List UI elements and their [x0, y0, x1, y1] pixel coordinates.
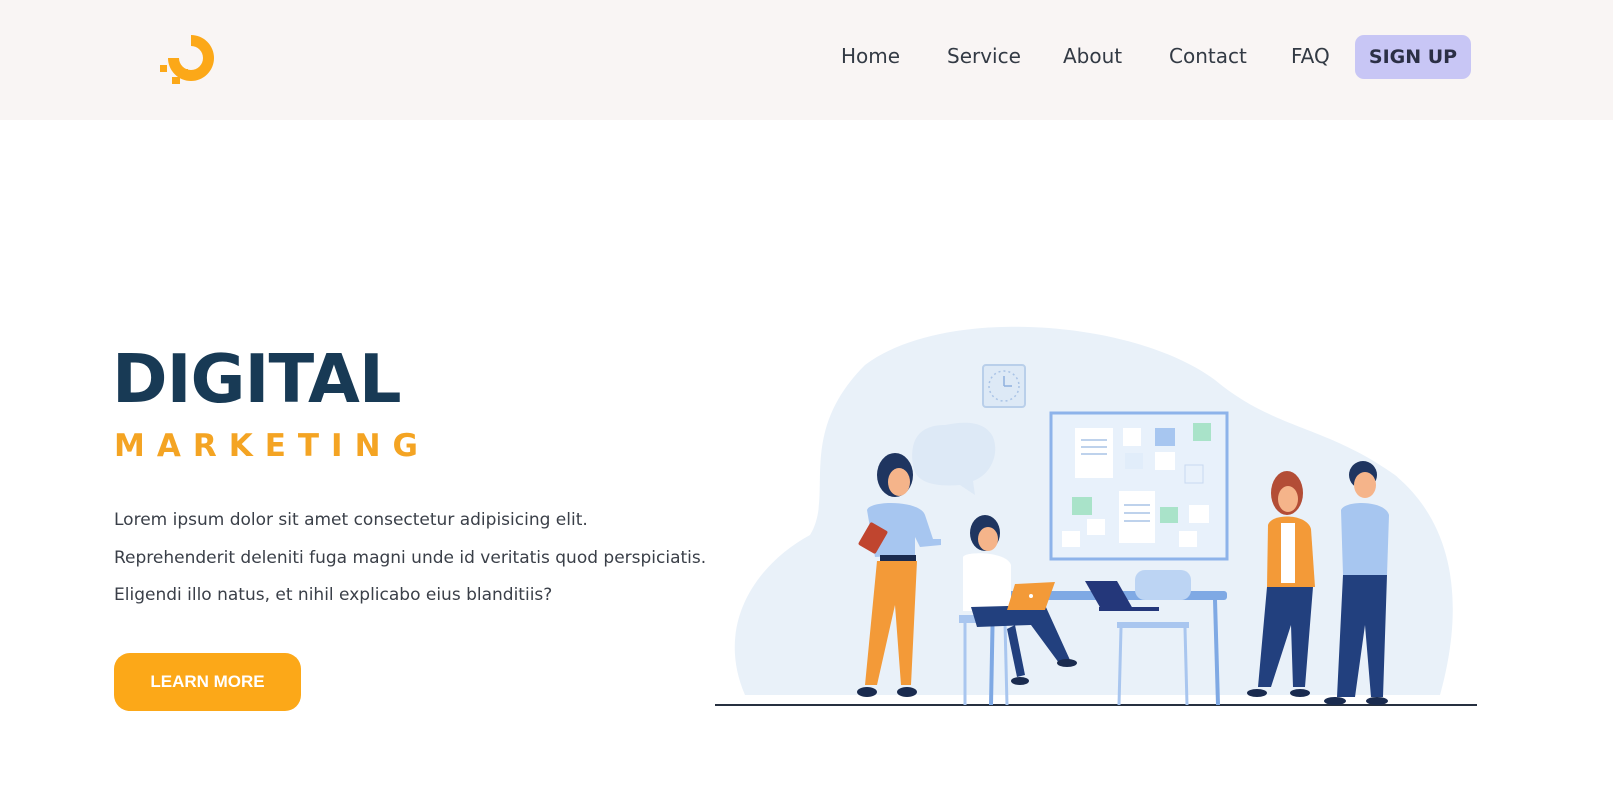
nav-home[interactable]: Home [841, 44, 900, 68]
nav-service[interactable]: Service [947, 44, 1021, 68]
hero-description-line-3: Eligendi illo natus, et nihil explicabo … [114, 585, 553, 605]
team-office-illustration [715, 326, 1477, 706]
nav-contact[interactable]: Contact [1169, 44, 1247, 68]
signup-button[interactable]: SIGN UP [1355, 35, 1471, 79]
hero-description-line-1: Lorem ipsum dolor sit amet consectetur a… [114, 510, 588, 530]
nav-about[interactable]: About [1063, 44, 1122, 68]
nav-faq[interactable]: FAQ [1291, 44, 1330, 68]
hero-subtitle: MARKETING [114, 428, 430, 464]
hero-description-line-2: Reprehenderit deleniti fuga magni unde i… [114, 548, 707, 568]
learn-more-button[interactable]: LEARN MORE [114, 653, 301, 711]
hero-title: DIGITAL [112, 340, 402, 418]
site-header: Home Service About Contact FAQ SIGN UP [0, 0, 1613, 120]
